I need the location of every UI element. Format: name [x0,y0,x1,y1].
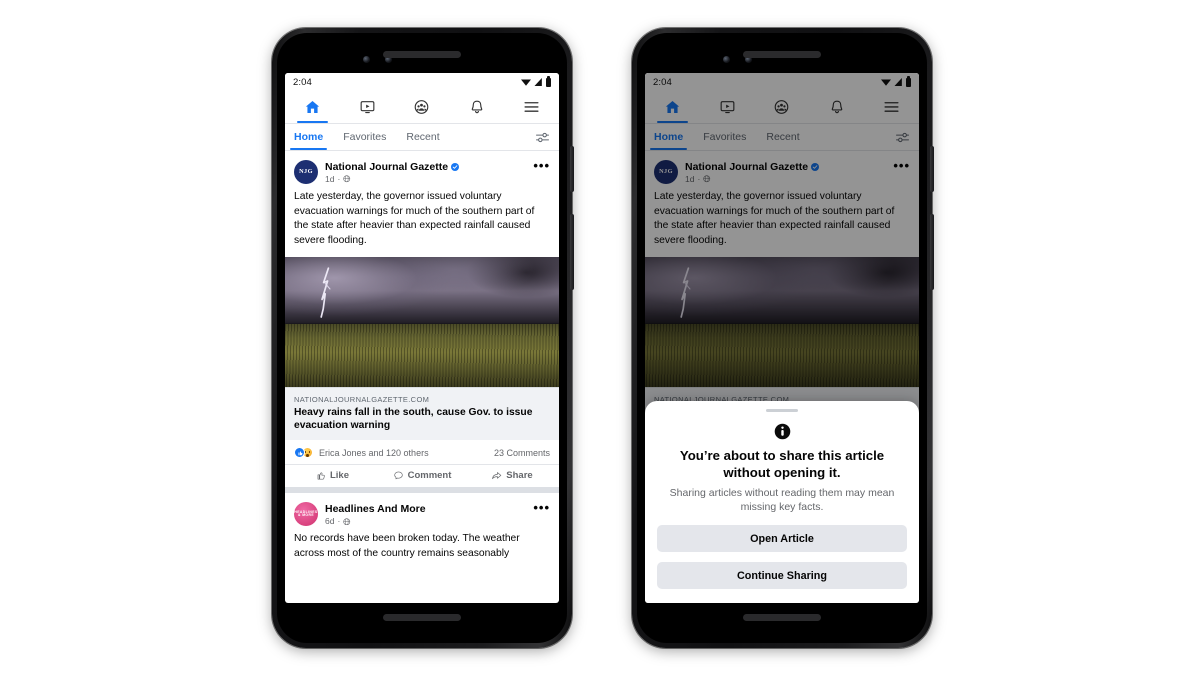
nav-item-home[interactable] [285,91,340,123]
link-domain: NATIONALJOURNALGAZETTE.COM [294,394,430,404]
like-button[interactable]: Like [287,470,377,481]
post-photo[interactable] [285,256,559,387]
author-label: Headlines And More [325,503,426,516]
post-body-text-2: No records have been broken today. The w… [294,533,520,559]
author-label: National Journal Gazette [325,161,449,173]
hamburger-menu-icon [524,102,539,112]
power-button[interactable] [930,146,934,192]
grass-field [285,324,559,387]
bottom-speaker [383,614,461,621]
comments-count[interactable]: 23 Comments [494,448,550,458]
post-separator: · [337,516,341,527]
groups-icon [415,100,429,114]
feed-tabs: Home Favorites Recent [285,124,559,151]
sliders-filter-icon[interactable] [535,131,550,144]
nav-item-menu[interactable] [504,91,559,123]
post-more-options-button[interactable]: ••• [533,159,550,172]
lightning-bolt-icon [320,267,331,318]
avatar[interactable]: NJG [294,160,318,184]
volume-button[interactable] [930,214,934,290]
comment-label: Comment [407,470,452,482]
comment-button[interactable]: Comment [377,470,467,481]
globe-icon [343,175,351,183]
battery-icon [546,76,551,87]
wifi-icon [521,79,531,86]
sheet-drag-handle[interactable] [766,408,798,413]
status-bar: 2:04 [285,73,559,91]
tab-favorites[interactable]: Favorites [343,124,386,150]
reactions-text: Erica Jones and 120 others [319,447,429,458]
tab-recent[interactable]: Recent [406,124,439,150]
video-icon [360,101,375,114]
share-arrow-icon [492,472,502,480]
status-time: 2:04 [293,76,312,88]
info-circle-icon [774,424,790,440]
post-header: NJG National Journal Gazette 1d · ••• [285,151,559,187]
comment-bubble-icon [393,471,403,480]
home-active-indicator [297,120,328,123]
front-camera-icon [723,56,730,63]
like-label: Like [329,470,349,482]
home-icon [305,101,320,113]
volume-button[interactable] [570,214,574,290]
link-preview-card[interactable]: NATIONALJOURNALGAZETTE.COM Heavy rains f… [285,386,559,441]
screenshot-canvas: 2:04 Home Favorites Recent NJG National … [0,0,1200,675]
continue-sharing-button[interactable]: Continue Sharing [657,562,907,589]
reactions-summary[interactable]: Erica Jones and 120 others [294,447,429,459]
avatar[interactable]: HEADLINES & MORE [294,502,318,527]
post-timestamp: 6d [325,516,335,527]
post-more-options-button-2[interactable]: ••• [533,501,550,514]
share-warning-dialog: You’re about to share this article witho… [645,400,919,603]
phone-left: 2:04 Home Favorites Recent NJG National … [272,28,574,648]
post-author-name-2[interactable]: Headlines And More [325,503,526,515]
engagement-row: Erica Jones and 120 others 23 Comments [285,440,559,464]
post-body-text: Late yesterday, the governor issued volu… [294,191,535,246]
status-icons [521,76,551,87]
nav-item-groups[interactable] [395,91,450,123]
news-feed: NJG National Journal Gazette 1d · ••• La… [285,151,559,570]
post-author-block: National Journal Gazette 1d · [325,160,526,184]
cell-signal-icon [534,78,542,86]
verified-badge-icon [451,163,460,172]
screen-left: 2:04 Home Favorites Recent NJG National … [285,73,559,603]
post-timestamp-row-2: 6d · [325,516,526,526]
post-actions: Like Comment Share [285,464,559,487]
globe-icon [343,517,351,525]
post-header-2: HEADLINES & MORE Headlines And More 6d · [285,493,559,529]
nav-item-watch[interactable] [340,91,395,123]
post-author-block-2: Headlines And More 6d · [325,502,526,526]
dialog-title: You’re about to share this article witho… [679,448,885,481]
bottom-speaker [743,614,821,621]
reaction-icons [294,447,313,459]
dialog-subtitle: Sharing articles without reading them ma… [669,487,895,514]
front-camera-icon [363,56,370,63]
post-timestamp: 1d [325,174,335,185]
nav-item-notifications[interactable] [449,91,504,123]
post-timestamp-row: 1d · [325,174,526,184]
thumbs-up-glyph [298,451,302,455]
link-headline: Heavy rains fall in the south, cause Gov… [294,406,533,431]
power-button[interactable] [570,146,574,192]
phone-right: 2:04 Home Favorites Recent NJG National … [632,28,934,648]
share-label: Share [506,470,533,482]
screen-right: 2:04 Home Favorites Recent NJG National … [645,73,919,603]
earpiece-speaker [743,51,821,58]
post-separator: · [337,174,341,185]
earpiece-speaker [383,51,461,58]
top-navigation-bar [285,91,559,124]
tab-home[interactable]: Home [289,124,328,150]
bell-icon [471,100,483,114]
thumbs-up-icon [317,472,325,480]
share-button[interactable]: Share [467,470,557,481]
open-article-button[interactable]: Open Article [657,525,907,552]
post-author-name[interactable]: National Journal Gazette [325,161,526,173]
